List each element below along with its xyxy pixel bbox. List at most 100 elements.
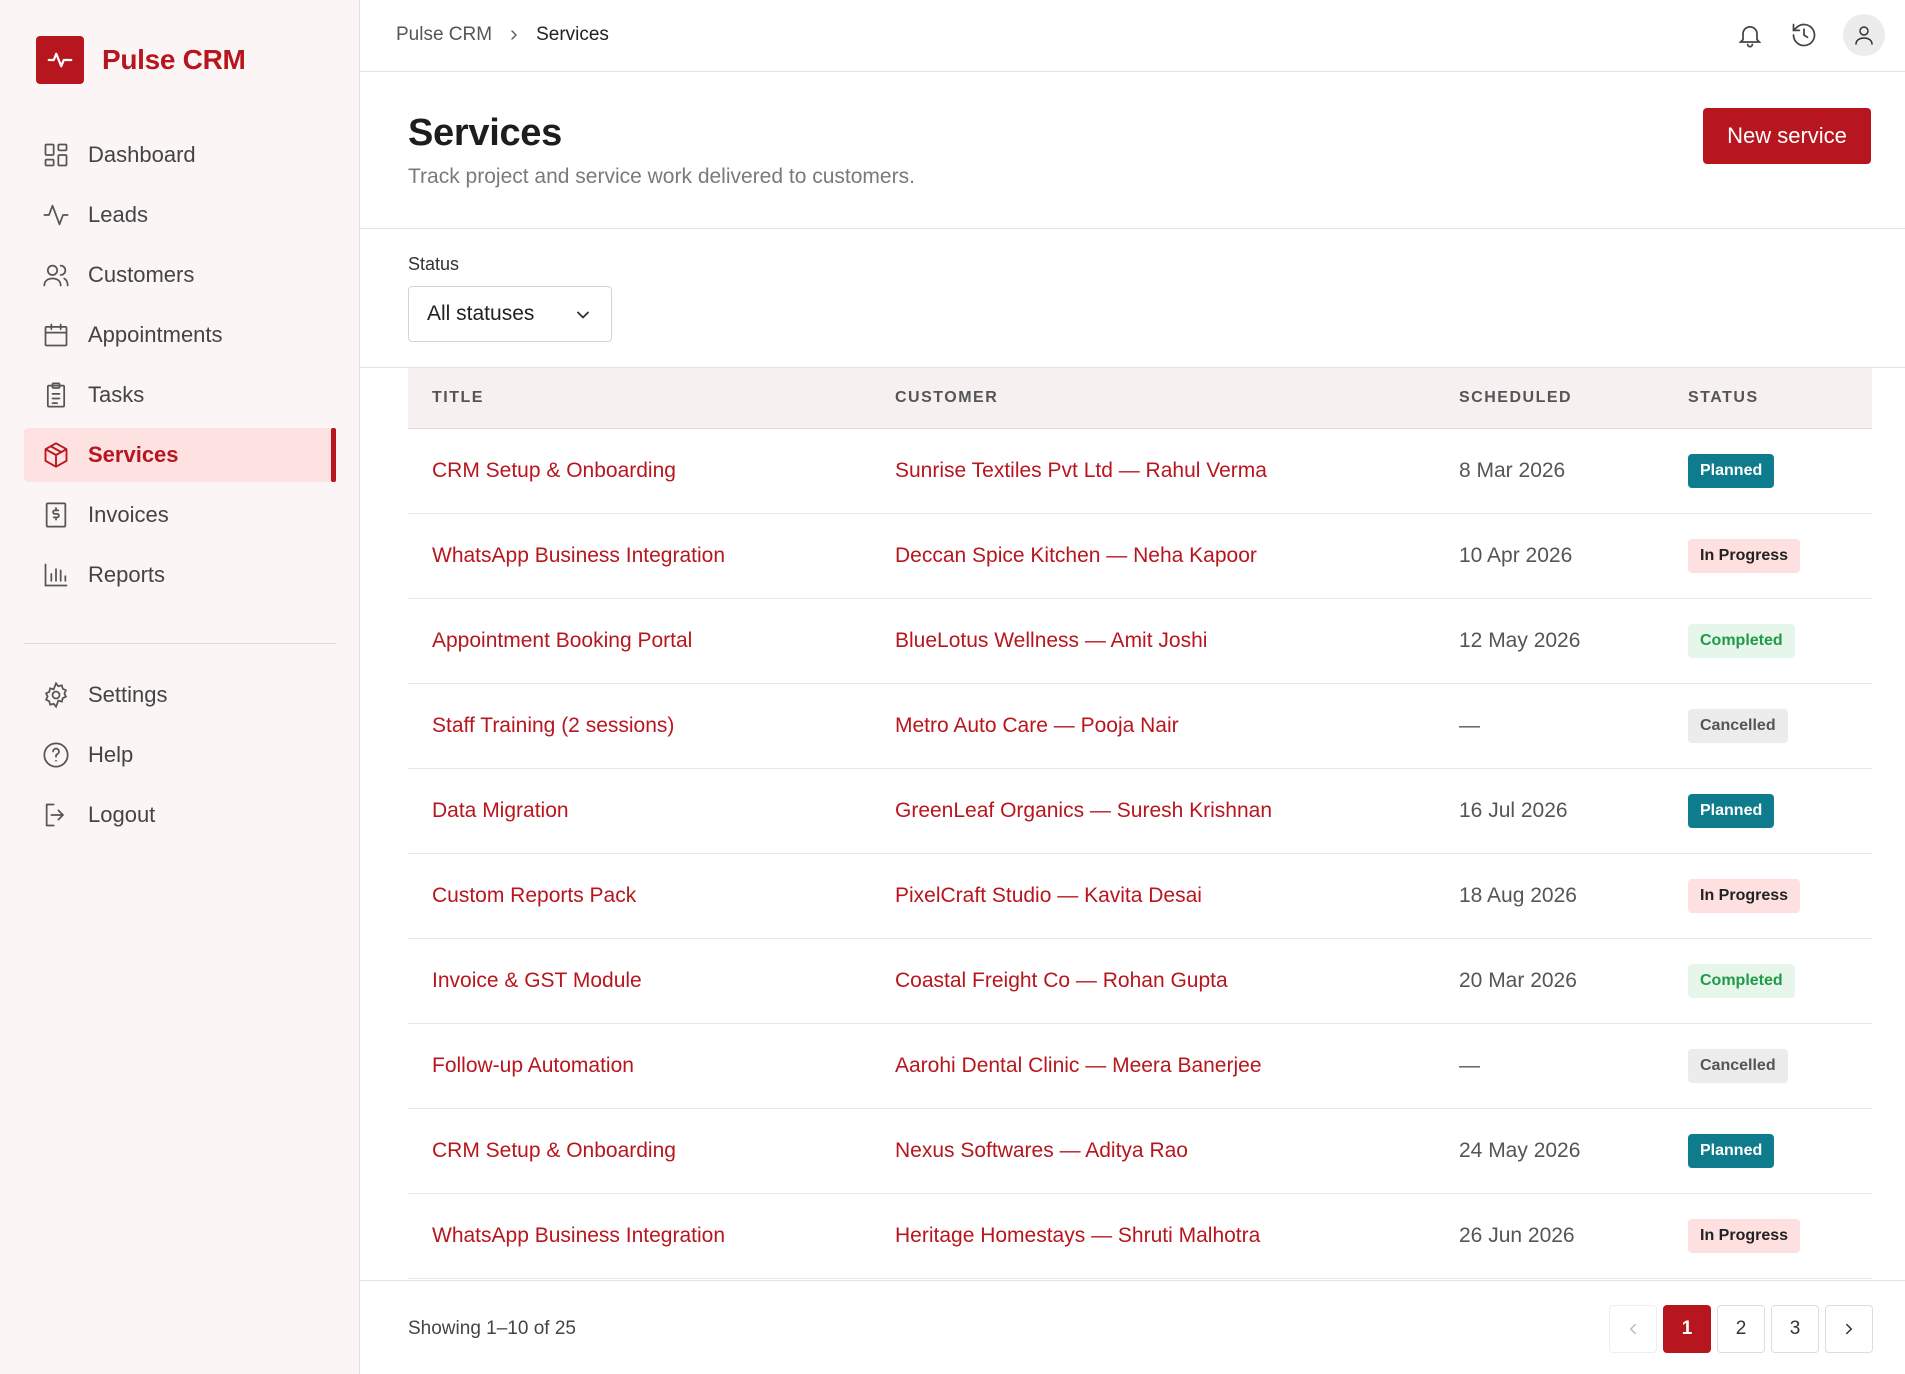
service-title-link[interactable]: WhatsApp Business Integration: [432, 1224, 725, 1247]
table-row[interactable]: Data Migration GreenLeaf Organics — Sures…: [408, 768, 1872, 853]
service-title-link[interactable]: Follow-up Automation: [432, 1054, 634, 1077]
page-title: Services: [408, 112, 562, 154]
scheduled-date: 8 Mar 2026: [1459, 458, 1566, 482]
sidebar-item-invoices[interactable]: Invoices: [24, 488, 336, 542]
scheduled-date: —: [1459, 1053, 1480, 1077]
column-header-customer[interactable]: CUSTOMER: [871, 368, 1435, 429]
scheduled-date: 18 Aug 2026: [1459, 883, 1577, 907]
next-page-button[interactable]: [1825, 1305, 1873, 1353]
service-title-link[interactable]: Invoice & GST Module: [432, 969, 642, 992]
notifications-button[interactable]: [1735, 20, 1765, 50]
service-title-link[interactable]: WhatsApp Business Integration: [432, 544, 725, 567]
sidebar-item-label: Help: [88, 742, 134, 767]
sidebar-item-leads[interactable]: Leads: [24, 188, 336, 242]
pagination: 1 2 3: [1609, 1305, 1873, 1353]
scheduled-date: 16 Jul 2026: [1459, 798, 1568, 822]
customer-link[interactable]: Aarohi Dental Clinic — Meera Banerjee: [895, 1054, 1262, 1077]
sidebar-item-appointments[interactable]: Appointments: [24, 308, 336, 362]
customer-link[interactable]: BlueLotus Wellness — Amit Joshi: [895, 629, 1207, 652]
service-title-link[interactable]: CRM Setup & Onboarding: [432, 459, 676, 482]
scheduled-date: 20 Mar 2026: [1459, 968, 1577, 992]
scheduled-date: 26 Jun 2026: [1459, 1223, 1575, 1247]
user-icon: [1855, 26, 1873, 45]
services-table: TITLE CUSTOMER SCHEDULED STATUS CRM Setu…: [408, 368, 1872, 1279]
customer-link[interactable]: GreenLeaf Organics — Suresh Krishnan: [895, 799, 1272, 822]
status-badge: In Progress: [1688, 1218, 1801, 1253]
customer-link[interactable]: PixelCraft Studio — Kavita Desai: [895, 884, 1202, 907]
table-header-row: TITLE CUSTOMER SCHEDULED STATUS: [408, 368, 1872, 429]
avatar[interactable]: [1843, 14, 1885, 56]
sidebar-item-label: Customers: [88, 262, 195, 287]
sidebar-item-label: Logout: [88, 802, 156, 827]
page-button-2[interactable]: 2: [1717, 1305, 1765, 1353]
table-row[interactable]: WhatsApp Business Integration Deccan Spic…: [408, 513, 1872, 598]
secondary-nav: Settings Help Logout: [24, 668, 336, 848]
customer-link[interactable]: Nexus Softwares — Aditya Rao: [895, 1139, 1188, 1162]
sidebar-item-label: Invoices: [88, 502, 169, 527]
sidebar-item-tasks[interactable]: Tasks: [24, 368, 336, 422]
table-row[interactable]: Appointment Booking Portal BlueLotus Well…: [408, 598, 1872, 683]
customer-link[interactable]: Coastal Freight Co — Rohan Gupta: [895, 969, 1228, 992]
sidebar-item-label: Dashboard: [88, 142, 196, 167]
service-title-link[interactable]: CRM Setup & Onboarding: [432, 1139, 676, 1162]
sidebar-item-label: Leads: [88, 202, 148, 227]
table-row[interactable]: Custom Reports Pack PixelCraft Studio — K…: [408, 853, 1872, 938]
sidebar-item-label: Reports: [88, 562, 166, 587]
sidebar-item-dashboard[interactable]: Dashboard: [24, 128, 336, 182]
page-button-3[interactable]: 3: [1771, 1305, 1819, 1353]
sidebar-item-reports[interactable]: Reports: [24, 548, 336, 602]
logout-icon: [45, 803, 64, 827]
table-row[interactable]: Follow-up Automation Aarohi Dental Clinic…: [408, 1023, 1872, 1108]
table-row[interactable]: CRM Setup & Onboarding Nexus Softwares — …: [408, 1108, 1872, 1193]
new-service-button[interactable]: New service: [1703, 108, 1871, 164]
customer-link[interactable]: Metro Auto Care — Pooja Nair: [895, 714, 1179, 737]
column-header-title[interactable]: TITLE: [408, 368, 871, 429]
scheduled-date: 10 Apr 2026: [1459, 543, 1573, 567]
topbar: Pulse CRM Services: [360, 0, 1905, 72]
activity-icon: [43, 204, 69, 226]
calendar-icon: [44, 323, 68, 347]
service-title-link[interactable]: Appointment Booking Portal: [432, 629, 692, 652]
brand[interactable]: Pulse CRM: [36, 36, 246, 84]
main-nav: Dashboard Leads Customers Appointments T…: [24, 128, 336, 608]
status-badge: Completed: [1688, 623, 1795, 658]
sidebar-item-label: Services: [88, 442, 179, 467]
breadcrumb-root[interactable]: Pulse CRM: [396, 24, 492, 46]
sidebar-item-services[interactable]: Services: [24, 428, 336, 482]
customer-link[interactable]: Sunrise Textiles Pvt Ltd — Rahul Verma: [895, 459, 1267, 482]
dashboard-icon: [44, 143, 68, 167]
prev-page-button[interactable]: [1609, 1305, 1657, 1353]
customer-link[interactable]: Heritage Homestays — Shruti Malhotra: [895, 1224, 1260, 1247]
history-icon: [1792, 23, 1816, 47]
table-row[interactable]: CRM Setup & Onboarding Sunrise Textiles P…: [408, 428, 1872, 513]
sidebar-item-customers[interactable]: Customers: [24, 248, 336, 302]
pulse-logo-icon: [36, 36, 84, 84]
status-badge: In Progress: [1688, 538, 1801, 573]
scheduled-date: —: [1459, 713, 1480, 737]
table-row[interactable]: WhatsApp Business Integration Heritage Ho…: [408, 1193, 1872, 1278]
history-button[interactable]: [1789, 20, 1819, 50]
status-badge: Cancelled: [1688, 1048, 1788, 1083]
brand-name: Pulse CRM: [102, 44, 246, 75]
service-title-link[interactable]: Data Migration: [432, 799, 569, 822]
sidebar-item-logout[interactable]: Logout: [24, 788, 336, 842]
service-title-link[interactable]: Custom Reports Pack: [432, 884, 636, 907]
column-header-scheduled[interactable]: SCHEDULED: [1435, 368, 1664, 429]
column-header-status[interactable]: STATUS: [1664, 368, 1872, 429]
sidebar-item-help[interactable]: Help: [24, 728, 336, 782]
breadcrumb-current: Services: [536, 24, 609, 45]
status-badge: Completed: [1688, 963, 1795, 998]
page-button-1[interactable]: 1: [1663, 1305, 1711, 1353]
service-title-link[interactable]: Staff Training (2 sessions): [432, 714, 674, 737]
table-row[interactable]: Invoice & GST Module Coastal Freight Co —…: [408, 938, 1872, 1023]
breadcrumb: Pulse CRM Services: [396, 24, 609, 46]
sidebar-item-label: Appointments: [88, 322, 223, 347]
customer-link[interactable]: Deccan Spice Kitchen — Neha Kapoor: [895, 544, 1257, 567]
table-row[interactable]: Staff Training (2 sessions) Metro Auto Ca…: [408, 683, 1872, 768]
gear-icon: [44, 681, 68, 709]
scheduled-date: 12 May 2026: [1459, 628, 1581, 652]
status-filter-select[interactable]: All statuses: [408, 286, 612, 342]
table-footer: Showing 1–10 of 25 1 2 3: [360, 1280, 1905, 1374]
sidebar-item-settings[interactable]: Settings: [24, 668, 336, 722]
sidebar: Pulse CRM Dashboard Leads Customers Appo…: [0, 0, 360, 1374]
